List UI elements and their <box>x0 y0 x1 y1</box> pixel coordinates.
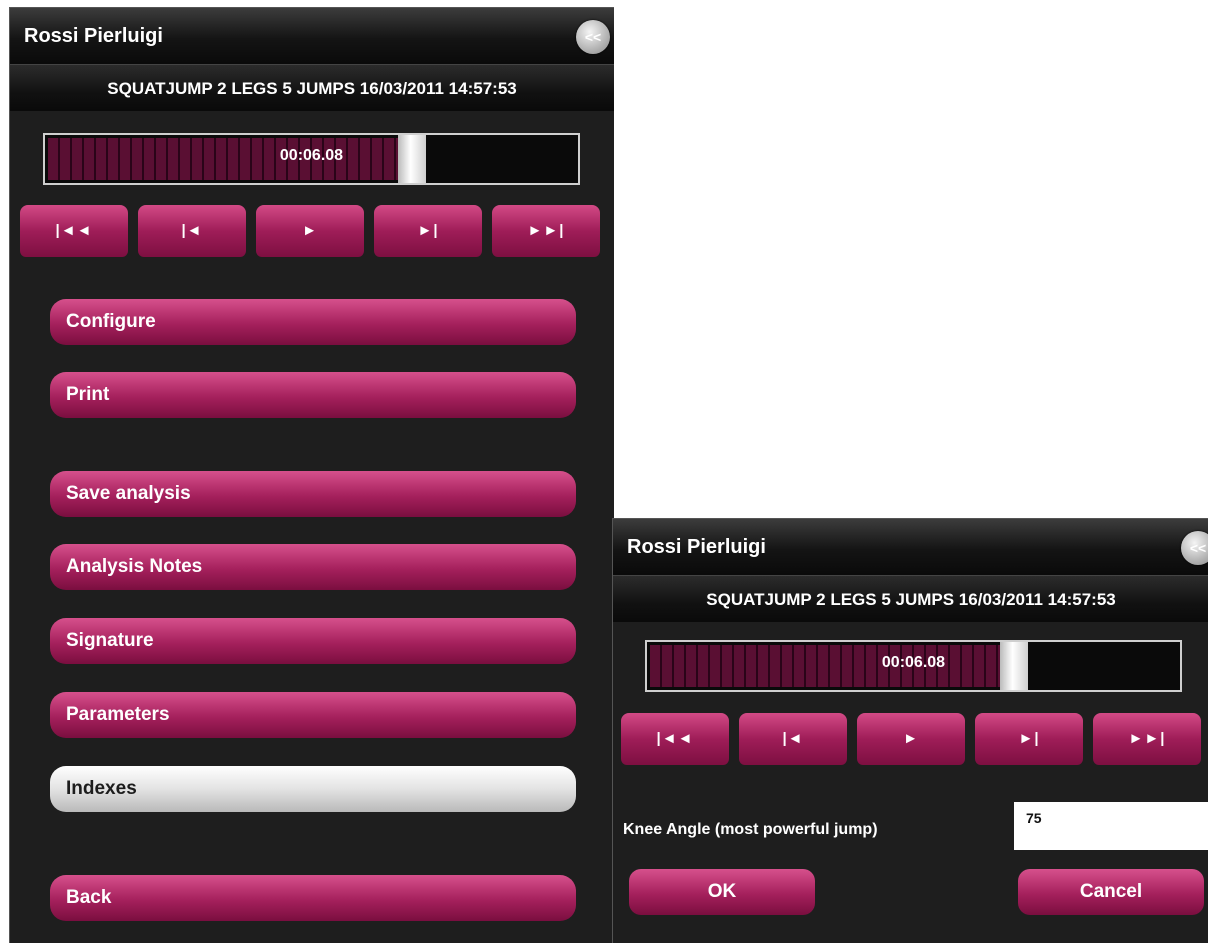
skip-to-start-button[interactable]: |◄◄ <box>621 713 729 765</box>
title-bar: Rossi Pierluigi << <box>613 519 1208 576</box>
back-button[interactable]: Back <box>50 875 576 921</box>
session-title: SQUATJUMP 2 LEGS 5 JUMPS 16/03/2011 14:5… <box>10 65 614 111</box>
playback-time: 00:06.08 <box>881 654 946 671</box>
athlete-name: Rossi Pierluigi <box>24 25 163 47</box>
athlete-name: Rossi Pierluigi <box>627 536 766 558</box>
playback-timeline[interactable]: 00:06.08 <box>43 133 580 185</box>
play-button[interactable]: ► <box>857 713 965 765</box>
title-bar: Rossi Pierluigi << <box>10 8 614 65</box>
indexes-button[interactable]: Indexes <box>50 766 576 812</box>
signature-button[interactable]: Signature <box>50 618 576 664</box>
playback-time: 00:06.08 <box>279 147 344 164</box>
collapse-button[interactable]: << <box>576 20 610 54</box>
step-back-button[interactable]: |◄ <box>138 205 246 257</box>
configure-button[interactable]: Configure <box>50 299 576 345</box>
transport-controls: |◄◄ |◄ ► ►| ►►| <box>621 713 1208 765</box>
skip-to-start-button[interactable]: |◄◄ <box>20 205 128 257</box>
save-analysis-button[interactable]: Save analysis <box>50 471 576 517</box>
knee-angle-input[interactable]: 75 <box>1014 802 1208 850</box>
skip-to-end-button[interactable]: ►►| <box>1093 713 1201 765</box>
step-forward-button[interactable]: ►| <box>975 713 1083 765</box>
step-forward-button[interactable]: ►| <box>374 205 482 257</box>
ok-button[interactable]: OK <box>629 869 815 915</box>
playback-timeline[interactable]: 00:06.08 <box>645 640 1182 692</box>
analysis-panel: Rossi Pierluigi << SQUATJUMP 2 LEGS 5 JU… <box>9 7 614 943</box>
analysis-notes-button[interactable]: Analysis Notes <box>50 544 576 590</box>
skip-to-end-button[interactable]: ►►| <box>492 205 600 257</box>
transport-controls: |◄◄ |◄ ► ►| ►►| <box>20 205 610 257</box>
index-dialog-panel: Rossi Pierluigi << SQUATJUMP 2 LEGS 5 JU… <box>612 518 1208 943</box>
session-title: SQUATJUMP 2 LEGS 5 JUMPS 16/03/2011 14:5… <box>613 576 1208 622</box>
play-button[interactable]: ► <box>256 205 364 257</box>
parameters-button[interactable]: Parameters <box>50 692 576 738</box>
step-back-button[interactable]: |◄ <box>739 713 847 765</box>
knee-angle-label: Knee Angle (most powerful jump) <box>623 821 878 838</box>
print-button[interactable]: Print <box>50 372 576 418</box>
collapse-button[interactable]: << <box>1181 531 1208 565</box>
cancel-button[interactable]: Cancel <box>1018 869 1204 915</box>
